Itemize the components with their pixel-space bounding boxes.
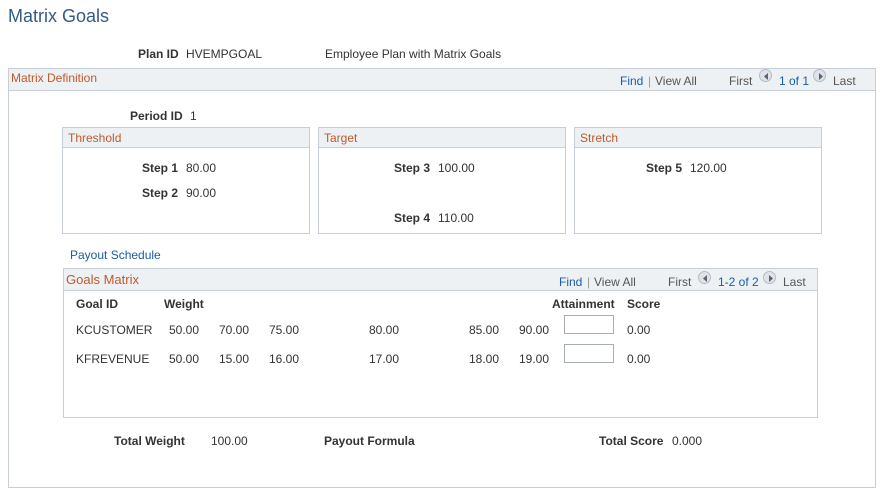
view-all-link[interactable]: View All — [655, 74, 697, 88]
nav-separator: | — [648, 74, 652, 88]
row-1-step-value: 75.00 — [269, 323, 300, 337]
threshold-title: Threshold — [68, 131, 122, 145]
payout-schedule-link[interactable]: Payout Schedule — [70, 248, 161, 262]
last-label: Last — [833, 74, 856, 88]
row-1-step-value: 70.00 — [219, 323, 250, 337]
period-id-label: Period ID — [130, 109, 183, 123]
step-1-label: Step 1 — [142, 161, 179, 175]
stretch-group: Stretch — [574, 127, 822, 234]
step-4-label: Step 4 — [394, 211, 431, 225]
row-1-attainment-input[interactable] — [564, 315, 614, 334]
row-2-goal-id: KFREVENUE — [76, 352, 150, 366]
plan-description: Employee Plan with Matrix Goals — [325, 47, 502, 61]
row-2-score: 0.00 — [627, 352, 651, 366]
total-weight-value: 100.00 — [211, 434, 248, 448]
row-1-step-value: 80.00 — [369, 323, 400, 337]
find-link[interactable]: Find — [620, 74, 643, 88]
goals-row-range: 1-2 of 2 — [718, 275, 759, 289]
period-id-value: 1 — [190, 109, 197, 123]
total-score-value: 0.000 — [672, 434, 703, 448]
goals-find-link[interactable]: Find — [559, 275, 582, 289]
step-5-label: Step 5 — [646, 161, 683, 175]
step-3-value: 100.00 — [438, 161, 475, 175]
goals-previous-row-icon[interactable] — [698, 271, 711, 284]
step-3-label: Step 3 — [394, 161, 431, 175]
row-2-weight: 50.00 — [169, 352, 200, 366]
goals-view-all-link[interactable]: View All — [594, 275, 636, 289]
total-score-label: Total Score — [599, 434, 664, 448]
first-label: First — [729, 74, 753, 88]
goals-first-label: First — [668, 275, 692, 289]
stretch-title: Stretch — [580, 131, 619, 145]
goals-next-row-icon[interactable] — [763, 271, 776, 284]
payout-formula-label: Payout Formula — [324, 434, 415, 448]
row-1-score: 0.00 — [627, 323, 651, 337]
column-header-score: Score — [627, 297, 661, 311]
next-row-icon[interactable] — [813, 69, 826, 82]
goals-matrix-title: Goals Matrix — [66, 272, 139, 287]
row-1-goal-id: KCUSTOMER — [76, 323, 153, 337]
row-2-step-value: 17.00 — [369, 352, 400, 366]
plan-id-value: HVEMPGOAL — [186, 47, 263, 61]
row-2-step-value: 18.00 — [469, 352, 500, 366]
step-4-value: 110.00 — [438, 211, 474, 225]
plan-id-label: Plan ID — [138, 47, 179, 61]
row-2-step-value: 19.00 — [519, 352, 550, 366]
goals-last-label: Last — [783, 275, 806, 289]
target-title: Target — [324, 131, 358, 145]
threshold-group: Threshold — [62, 127, 310, 234]
row-2-attainment-input[interactable] — [564, 344, 614, 363]
page-title: Matrix Goals — [8, 6, 110, 26]
column-header-goal-id: Goal ID — [76, 297, 119, 311]
goals-nav-separator: | — [587, 275, 591, 289]
row-1-step-value: 85.00 — [469, 323, 500, 337]
row-range: 1 of 1 — [779, 74, 810, 88]
previous-row-icon[interactable] — [759, 69, 772, 82]
row-2-step-value: 16.00 — [269, 352, 300, 366]
column-header-weight: Weight — [164, 297, 204, 311]
step-5-value: 120.00 — [690, 161, 727, 175]
column-header-attainment: Attainment — [552, 297, 615, 311]
step-2-value: 90.00 — [186, 186, 217, 200]
row-2-step-value: 15.00 — [219, 352, 250, 366]
goals-matrix-grid — [63, 268, 818, 418]
row-1-weight: 50.00 — [169, 323, 200, 337]
step-1-value: 80.00 — [186, 161, 217, 175]
matrix-definition-title: Matrix Definition — [11, 71, 98, 85]
row-1-step-value: 90.00 — [519, 323, 550, 337]
step-2-label: Step 2 — [142, 186, 179, 200]
total-weight-label: Total Weight — [114, 434, 185, 448]
